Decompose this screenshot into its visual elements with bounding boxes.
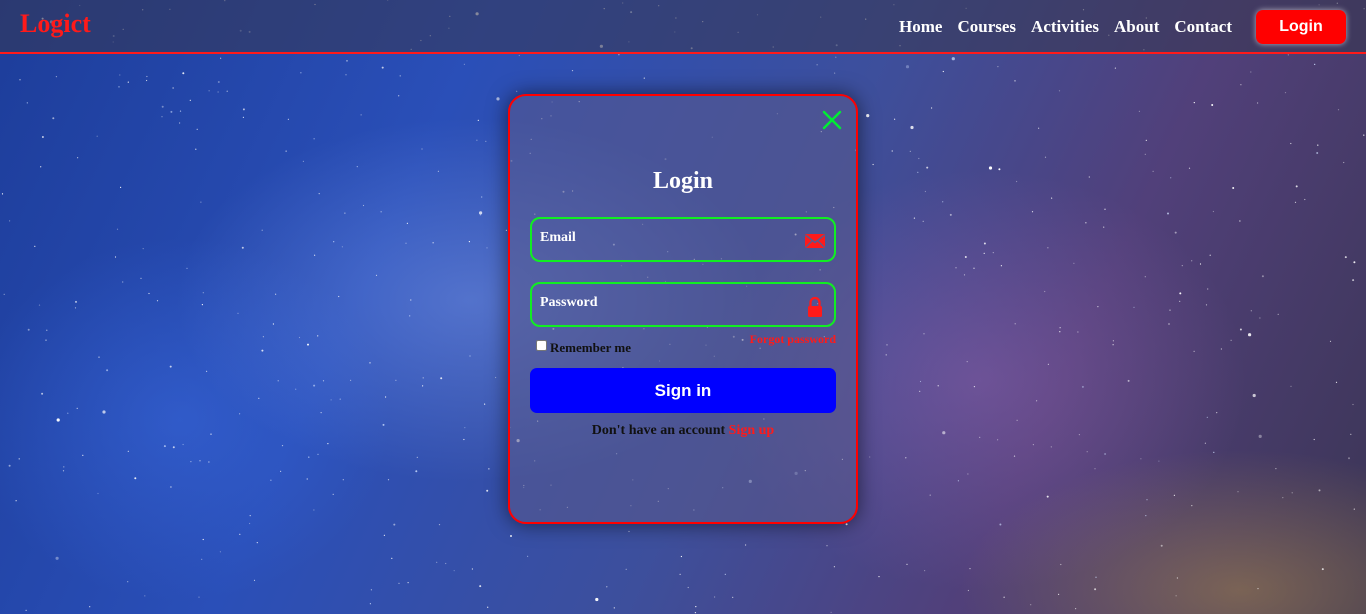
- nav-link-contact[interactable]: Contact: [1174, 17, 1232, 37]
- remember-me: Remember me: [536, 337, 631, 355]
- forgot-password-link[interactable]: Forgot password: [750, 332, 836, 347]
- remember-checkbox[interactable]: [536, 339, 547, 351]
- remember-label: Remember me: [550, 340, 631, 355]
- lock-icon: [804, 296, 826, 317]
- sign-in-button[interactable]: Sign in: [530, 368, 836, 413]
- nav-links: Home Courses Activities About Contact: [899, 17, 1232, 37]
- nav-link-courses[interactable]: Courses: [957, 17, 1016, 37]
- login-modal: Login Email Password Remember me Forgot …: [508, 94, 858, 524]
- login-title: Login: [652, 168, 714, 194]
- nav-login-button[interactable]: Login: [1256, 10, 1346, 44]
- signup-prompt: Don't have an account Sign up: [510, 423, 856, 439]
- no-account-text: Don't have an account: [591, 423, 726, 438]
- password-field[interactable]: Password: [530, 282, 836, 327]
- site-logo[interactable]: Logict: [20, 9, 91, 39]
- nav-link-home[interactable]: Home: [899, 17, 942, 37]
- sign-up-link[interactable]: Sign up: [729, 423, 775, 438]
- password-label: Password: [540, 295, 598, 310]
- close-icon[interactable]: [822, 110, 842, 130]
- nav-link-activities[interactable]: Activities: [1031, 17, 1099, 37]
- nav-link-about[interactable]: About: [1114, 17, 1159, 37]
- email-field[interactable]: Email: [530, 217, 836, 262]
- email-label: Email: [540, 230, 576, 245]
- top-navbar: Logict Home Courses Activities About Con…: [0, 0, 1366, 54]
- envelope-icon: [804, 231, 826, 251]
